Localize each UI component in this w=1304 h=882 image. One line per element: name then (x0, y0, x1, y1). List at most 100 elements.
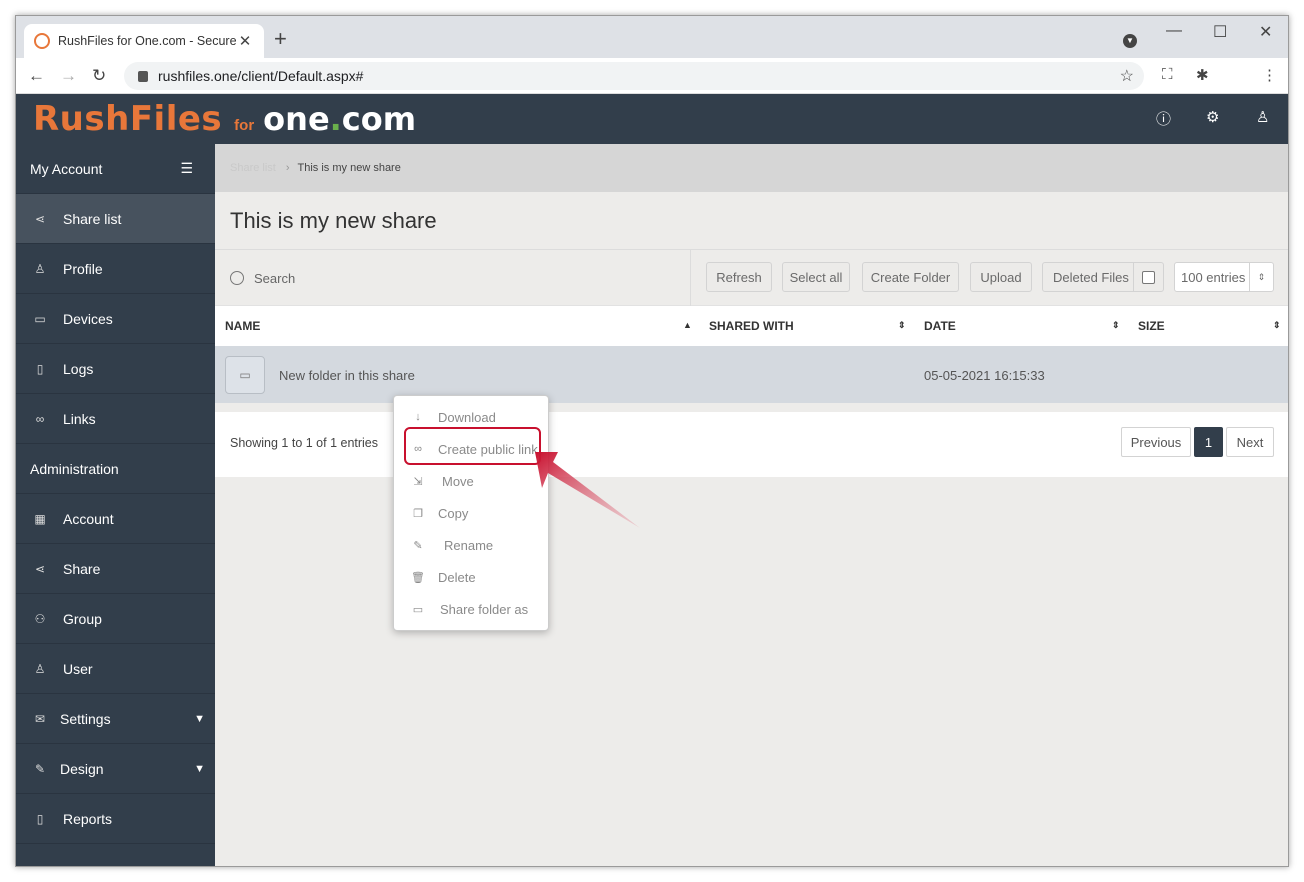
folder-name[interactable]: New folder in this share (279, 368, 415, 383)
table-row[interactable]: ▭ New folder in this share 05-05-2021 16… (215, 346, 1288, 403)
breadcrumb: Share list › This is my new share (215, 144, 1288, 192)
settings-gear-icon[interactable]: ⚙ (1206, 108, 1219, 126)
entries-select[interactable]: 100 entries ⇕ (1174, 262, 1274, 292)
folder-icon: ▭ (225, 356, 265, 394)
back-button[interactable]: ← (28, 66, 45, 86)
sidebar-item-group[interactable]: ⚇ Group (16, 594, 215, 644)
chevron-down-icon: ▼ (194, 712, 205, 725)
screen-capture-icon[interactable]: ⛶ (1162, 66, 1173, 83)
deleted-files-checkbox[interactable] (1133, 263, 1163, 291)
menu-item-download[interactable]: ↓ Download (410, 407, 496, 427)
sidebar-item-links[interactable]: ∞ Links (16, 394, 215, 444)
group-icon: ⚇ (34, 611, 46, 626)
move-icon: ⇲ (413, 475, 423, 488)
refresh-button[interactable]: Refresh (706, 262, 772, 292)
sidebar-item-share[interactable]: ⋖ Share (16, 544, 215, 594)
extensions-puzzle-icon[interactable]: ✱ (1196, 66, 1209, 84)
page-1-button[interactable]: 1 (1194, 427, 1223, 457)
column-size[interactable]: SIZE (1138, 306, 1165, 346)
select-arrows-icon: ⇕ (1249, 263, 1273, 291)
sort-asc-icon[interactable]: ▲ (683, 320, 692, 330)
profile-dropdown-icon[interactable]: ▼ (1123, 34, 1137, 48)
table-header: NAME ▲ SHARED WITH ⇕ DATE ⇕ SIZE ⇕ (215, 306, 1288, 346)
url-field[interactable]: rushfiles.one/client/Default.aspx# ☆ (124, 62, 1144, 90)
lock-icon (138, 70, 148, 82)
breadcrumb-share-list[interactable]: Share list (230, 162, 276, 174)
menu-item-delete[interactable]: 🗑 Delete (410, 567, 476, 587)
site-favicon-icon (34, 33, 50, 49)
callout-arrow-icon (535, 452, 640, 528)
folder-icon: ▭ (412, 603, 424, 616)
breadcrumb-separator: › (285, 162, 290, 174)
app-header: RushFiles for one.com ⓘ ⚙ ♙ (16, 94, 1288, 144)
link-icon: ∞ (35, 411, 45, 426)
address-bar: ← → ↻ rushfiles.one/client/Default.aspx#… (16, 58, 1288, 94)
devices-icon: ▭ (34, 311, 46, 326)
browser-window: RushFiles for One.com - Securely ✕ + ▼ —… (15, 15, 1289, 867)
building-icon: ▦ (34, 511, 46, 526)
sidebar-item-share-list[interactable]: ⋖ Share list (16, 194, 215, 244)
rename-icon: ✎ (413, 539, 423, 552)
reload-button[interactable]: ↻ (92, 66, 106, 86)
chevron-down-icon: ▼ (194, 762, 205, 775)
share-icon: ⋖ (34, 211, 46, 226)
file-toolbar: Search Refresh Select all Create Folder … (215, 250, 1288, 306)
log-icon: ▯ (36, 361, 44, 376)
search-input[interactable]: Search (230, 250, 295, 306)
select-all-button[interactable]: Select all (782, 262, 850, 292)
rushfiles-logo[interactable]: RushFiles for one.com (33, 94, 416, 144)
sidebar-item-reports[interactable]: ▯ Reports (16, 794, 215, 844)
download-icon: ↓ (415, 411, 421, 423)
sidebar-item-user[interactable]: ♙ User (16, 644, 215, 694)
sidebar-header-administration: Administration (16, 444, 215, 494)
menu-item-copy[interactable]: ❐ Copy (410, 503, 468, 523)
trash-icon: 🗑 (411, 571, 425, 584)
browser-menu-icon[interactable]: ⋮ (1262, 66, 1277, 84)
user-account-icon[interactable]: ♙ (1256, 108, 1269, 126)
maximize-button[interactable]: ☐ (1213, 22, 1227, 42)
column-date[interactable]: DATE (924, 306, 956, 346)
person-icon: ♙ (34, 661, 46, 676)
create-folder-button[interactable]: Create Folder (862, 262, 959, 292)
main-content: Share list › This is my new share This i… (215, 144, 1288, 866)
search-icon (230, 271, 244, 285)
person-icon: ♙ (34, 261, 46, 276)
menu-item-share-folder-as[interactable]: ▭ Share folder as (410, 599, 528, 619)
sidebar: My Account ☰ ⋖ Share list ♙ Profile ▭ De… (16, 144, 215, 866)
column-shared-with[interactable]: SHARED WITH (709, 306, 794, 346)
sidebar-item-devices[interactable]: ▭ Devices (16, 294, 215, 344)
sidebar-item-logs[interactable]: ▯ Logs (16, 344, 215, 394)
close-window-button[interactable]: ✕ (1259, 22, 1272, 42)
tab-bar: RushFiles for One.com - Securely ✕ + ▼ —… (16, 16, 1288, 58)
browser-tab[interactable]: RushFiles for One.com - Securely ✕ (24, 24, 264, 58)
new-tab-button[interactable]: + (274, 28, 287, 50)
minimize-button[interactable]: — (1166, 22, 1182, 40)
info-icon[interactable]: ⓘ (1156, 108, 1171, 129)
upload-button[interactable]: Upload (970, 262, 1032, 292)
previous-page-button[interactable]: Previous (1121, 427, 1191, 457)
menu-item-rename[interactable]: ✎ Rename (410, 535, 493, 555)
column-name[interactable]: NAME (225, 306, 260, 346)
collapse-menu-icon[interactable]: ☰ (180, 160, 193, 177)
sidebar-item-account[interactable]: ▦ Account (16, 494, 215, 544)
next-page-button[interactable]: Next (1226, 427, 1274, 457)
deleted-files-toggle[interactable]: Deleted Files (1042, 262, 1164, 292)
menu-item-move[interactable]: ⇲ Move (410, 471, 473, 491)
report-icon: ▯ (36, 811, 44, 826)
folder-date: 05-05-2021 16:15:33 (924, 368, 1045, 383)
page-title: This is my new share (215, 192, 1288, 250)
table-footer: Showing 1 to 1 of 1 entries Previous 1 N… (215, 412, 1288, 477)
sort-icon[interactable]: ⇕ (1273, 320, 1281, 331)
sort-icon[interactable]: ⇕ (898, 320, 906, 331)
sidebar-item-design[interactable]: ✎ Design ▼ (16, 744, 215, 794)
pencil-icon: ✎ (34, 761, 46, 776)
bookmark-star-icon[interactable]: ☆ (1120, 66, 1134, 86)
sort-icon[interactable]: ⇕ (1112, 320, 1120, 331)
tab-title: RushFiles for One.com - Securely (58, 34, 236, 48)
tab-close-icon[interactable]: ✕ (236, 32, 254, 50)
sidebar-item-profile[interactable]: ♙ Profile (16, 244, 215, 294)
envelope-icon: ✉ (34, 711, 46, 726)
entries-info: Showing 1 to 1 of 1 entries (230, 436, 379, 450)
forward-button[interactable]: → (60, 66, 77, 86)
sidebar-item-settings[interactable]: ✉ Settings ▼ (16, 694, 215, 744)
